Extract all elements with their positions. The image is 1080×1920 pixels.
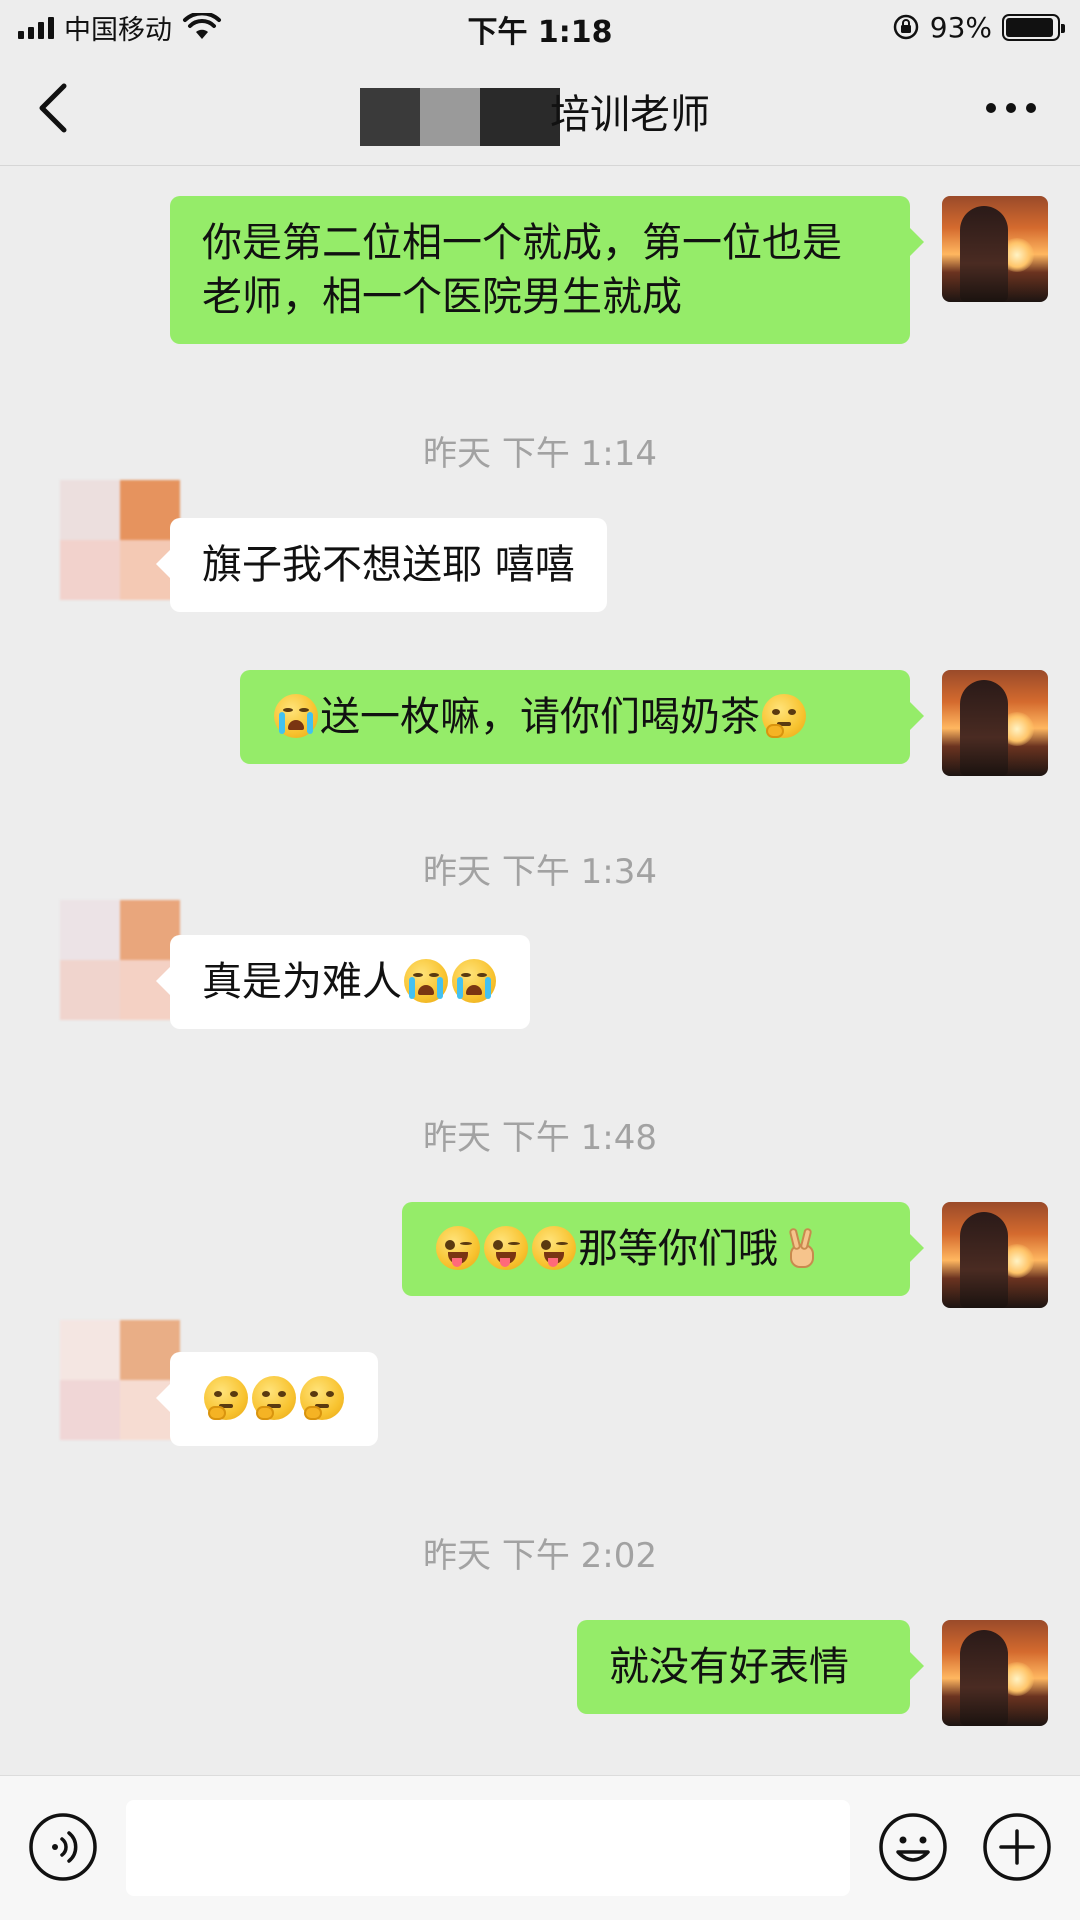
wink-tongue-emoji-icon [436, 1226, 480, 1270]
timestamp: 昨天 下午 1:14 [423, 434, 657, 474]
message-text: 你是第二位相一个就成，第一位也是老师，相一个医院男生就成 [202, 220, 842, 320]
chat-screen: 中国移动 下午 1:18 93% 培训老师 你是第二位相一个就成，第一位也是老师… [0, 0, 1080, 1920]
message-text: 送一枚嘛，请你们喝奶茶 [320, 694, 760, 740]
timestamp: 昨天 下午 2:02 [423, 1536, 657, 1576]
emoji-icon[interactable] [878, 1812, 948, 1882]
battery-fill [1006, 17, 1053, 37]
message-text: 那等你们哦 [578, 1226, 778, 1272]
message-text: 就没有好表情 [609, 1644, 849, 1690]
victory-hand-emoji-icon [780, 1226, 824, 1270]
redaction-block [420, 88, 480, 146]
message-bubble-received[interactable] [156, 1352, 378, 1446]
timestamp: 昨天 下午 1:34 [423, 852, 657, 892]
plus-icon[interactable] [982, 1812, 1052, 1882]
back-button[interactable] [30, 80, 80, 136]
status-bar: 中国移动 下午 1:18 93% [0, 0, 1080, 52]
contact-avatar[interactable] [60, 480, 180, 600]
message-text: 真是为难人 [202, 959, 402, 1005]
contact-avatar[interactable] [60, 1320, 180, 1440]
timestamp: 昨天 下午 1:48 [423, 1118, 657, 1158]
wink-tongue-emoji-icon [532, 1226, 576, 1270]
cry-emoji-icon [274, 694, 318, 738]
message-bubble-sent[interactable]: 那等你们哦 [402, 1202, 924, 1296]
thinking-emoji-icon [204, 1376, 248, 1420]
message-input[interactable] [126, 1800, 850, 1896]
message-text: 旗子我不想送耶 嘻嘻 [202, 542, 575, 588]
redaction-block [480, 88, 560, 146]
voice-icon[interactable] [28, 1812, 98, 1882]
status-right: 93% [892, 8, 1065, 46]
my-avatar[interactable] [942, 196, 1048, 302]
thinking-emoji-icon [252, 1376, 296, 1420]
battery-icon [1002, 13, 1065, 41]
cry-emoji-icon [452, 959, 496, 1003]
my-avatar[interactable] [942, 1620, 1048, 1726]
my-avatar[interactable] [942, 1202, 1048, 1308]
more-button[interactable] [986, 96, 1036, 120]
message-bubble-sent[interactable]: 你是第二位相一个就成，第一位也是老师，相一个医院男生就成 [170, 196, 924, 344]
message-bubble-received[interactable]: 旗子我不想送耶 嘻嘻 [156, 518, 607, 612]
cry-emoji-icon [404, 959, 448, 1003]
nav-bar: 培训老师 [0, 52, 1080, 166]
chat-title-text: 培训老师 [550, 92, 710, 138]
message-bubble-sent[interactable]: 送一枚嘛，请你们喝奶茶 [240, 670, 924, 764]
redaction-block [360, 88, 420, 146]
dot [1026, 103, 1036, 113]
message-bubble-received[interactable]: 真是为难人 [156, 935, 530, 1029]
wink-tongue-emoji-icon [484, 1226, 528, 1270]
message-bubble-sent[interactable]: 就没有好表情 [577, 1620, 924, 1714]
contact-avatar[interactable] [60, 900, 180, 1020]
thinking-emoji-icon [300, 1376, 344, 1420]
input-bar [0, 1775, 1080, 1920]
battery-percent: 93% [929, 10, 992, 44]
dot [1006, 103, 1016, 113]
rotation-lock-icon [893, 14, 919, 40]
dot [986, 103, 996, 113]
thinking-emoji-icon [762, 694, 806, 738]
my-avatar[interactable] [942, 670, 1048, 776]
